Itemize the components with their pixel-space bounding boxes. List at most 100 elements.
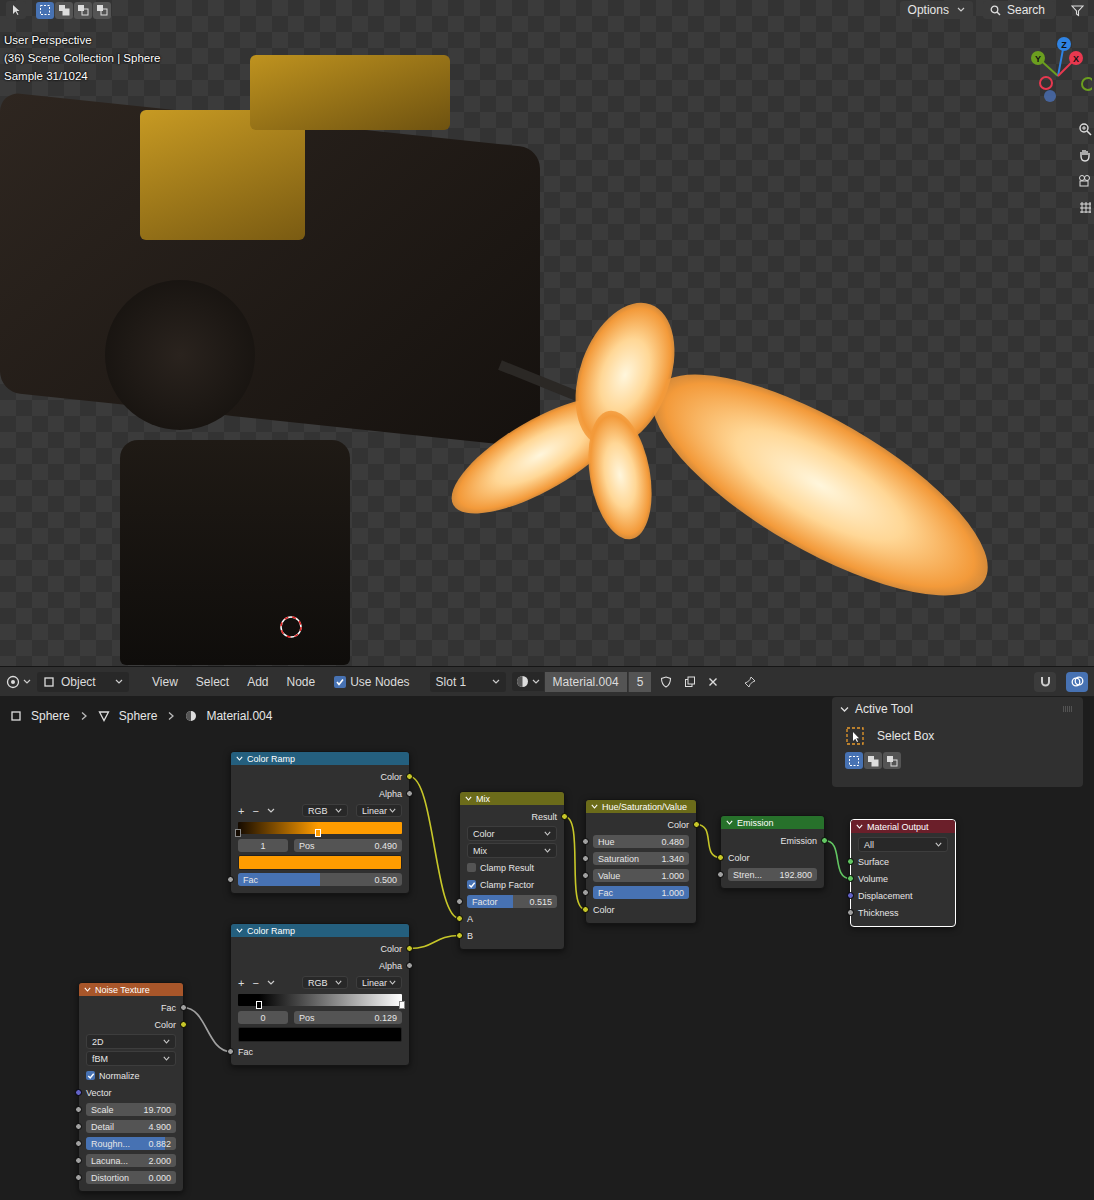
value-field[interactable]: Hue 0.480 (593, 835, 689, 848)
menu-item[interactable]: Select (187, 673, 238, 691)
node-dropdown[interactable]: 2D (86, 1034, 176, 1049)
value-field[interactable]: Distortion 0.000 (86, 1171, 176, 1184)
shader-node[interactable]: Color Ramp Color Alpha +− RGB Linear 0 P… (230, 923, 410, 1066)
collapse-chevron-icon[interactable] (591, 804, 598, 809)
value-field[interactable]: Lacuna... 2.000 (86, 1154, 176, 1167)
output-socket[interactable] (406, 945, 413, 952)
value-field[interactable]: Saturation 1.340 (593, 852, 689, 865)
checkbox[interactable] (467, 880, 476, 889)
stop-position-field[interactable]: Pos 0.490 (294, 839, 402, 852)
shader-node[interactable]: Emission Emission Color Stren... 192.800 (720, 815, 825, 889)
input-socket[interactable] (582, 838, 589, 845)
checkbox[interactable] (467, 863, 476, 872)
output-socket[interactable] (180, 1021, 187, 1028)
material-users-count[interactable]: 5 (628, 672, 652, 692)
input-socket[interactable] (75, 1157, 82, 1164)
node-title[interactable]: Color Ramp (231, 924, 409, 937)
node-title[interactable]: Material Output (851, 820, 955, 833)
breadcrumb-item[interactable]: Material.004 (185, 709, 272, 723)
select-mode-button[interactable] (55, 2, 73, 19)
input-socket[interactable] (717, 854, 724, 861)
node-title[interactable]: Noise Texture (79, 983, 183, 996)
node-title[interactable]: Emission (721, 816, 824, 829)
color-mode-dropdown[interactable]: RGB (302, 976, 348, 989)
input-socket[interactable] (456, 915, 463, 922)
output-socket[interactable] (406, 962, 413, 969)
output-socket[interactable] (561, 813, 568, 820)
material-browse-button[interactable] (512, 672, 544, 691)
input-socket[interactable] (227, 1048, 234, 1055)
collapse-chevron-icon[interactable] (236, 928, 243, 933)
node-checkbox-row[interactable]: Clamp Factor (460, 876, 564, 893)
select-mode-button[interactable] (74, 2, 92, 19)
overlays-toggle[interactable] (1066, 672, 1088, 692)
value-field[interactable]: Scale 19.700 (86, 1103, 176, 1116)
interpolation-dropdown[interactable]: Linear (356, 804, 402, 817)
checkbox[interactable] (86, 1071, 95, 1080)
select-mode-button[interactable] (93, 2, 111, 19)
ramp-stop[interactable] (399, 1001, 405, 1009)
ramp-tool-button[interactable]: + (238, 805, 244, 817)
node-link[interactable] (410, 777, 460, 919)
input-socket[interactable] (582, 872, 589, 879)
input-socket[interactable] (456, 898, 463, 905)
snapping-toggle[interactable] (1034, 672, 1056, 692)
input-socket[interactable] (847, 909, 854, 916)
value-field[interactable]: Detail 4.900 (86, 1120, 176, 1133)
color-ramp[interactable] (238, 994, 402, 1006)
stop-index-field[interactable]: 0 (238, 1011, 288, 1024)
ramp-stop[interactable] (235, 829, 241, 837)
stop-position-field[interactable]: Pos 0.129 (294, 1011, 402, 1024)
input-socket[interactable] (847, 892, 854, 899)
gizmo-axis[interactable]: X (1069, 51, 1083, 65)
menu-item[interactable]: Node (278, 673, 325, 691)
shader-node[interactable]: Material Output All Surface Volume Displ… (850, 819, 956, 927)
drag-handle-icon[interactable] (1063, 706, 1073, 712)
collapse-chevron-icon[interactable] (726, 820, 733, 825)
object-type-dropdown[interactable]: Object (37, 672, 129, 692)
interpolation-dropdown[interactable]: Linear (356, 976, 402, 989)
input-socket[interactable] (227, 876, 234, 883)
node-dropdown[interactable]: All (858, 837, 948, 852)
output-socket[interactable] (406, 790, 413, 797)
value-field[interactable]: Roughn... 0.882 (86, 1137, 176, 1150)
ramp-menu-chevron-icon[interactable] (267, 808, 275, 814)
tweak-tool-icon[interactable] (6, 1, 26, 19)
ramp-tool-button[interactable]: − (252, 805, 258, 817)
output-socket[interactable] (821, 837, 828, 844)
node-checkbox-row[interactable]: Normalize (79, 1067, 183, 1084)
node-title[interactable]: Hue/Saturation/Value (586, 800, 696, 813)
grid-icon[interactable] (1078, 200, 1092, 214)
output-socket[interactable] (693, 821, 700, 828)
gizmo-axis[interactable]: Z (1057, 37, 1071, 51)
color-ramp[interactable] (238, 822, 402, 834)
output-socket[interactable] (406, 773, 413, 780)
ramp-menu-chevron-icon[interactable] (267, 980, 275, 986)
input-socket[interactable] (75, 1140, 82, 1147)
gizmo-axis[interactable]: Y (1031, 51, 1045, 65)
ramp-stop[interactable] (256, 1001, 262, 1009)
active-tool-item[interactable]: Select Box (845, 726, 1073, 746)
breadcrumb-item[interactable]: Sphere (98, 709, 158, 723)
node-link[interactable] (410, 936, 460, 949)
zoom-icon[interactable] (1078, 122, 1092, 136)
value-field[interactable]: Fac 1.000 (593, 886, 689, 899)
fake-user-button[interactable] (657, 674, 675, 690)
camera-icon[interactable] (1078, 174, 1092, 188)
select-mode-button[interactable] (845, 752, 863, 769)
hand-pan-icon[interactable] (1078, 148, 1092, 162)
input-socket[interactable] (75, 1174, 82, 1181)
node-dropdown[interactable]: Color (467, 826, 557, 841)
input-socket[interactable] (75, 1123, 82, 1130)
navigation-gizmo[interactable]: YZX (1028, 36, 1092, 108)
ramp-tool-button[interactable]: + (238, 977, 244, 989)
collapse-chevron-icon[interactable] (465, 796, 472, 801)
node-title[interactable]: Color Ramp (231, 752, 409, 765)
color-swatch[interactable] (238, 855, 402, 870)
collapse-chevron-icon[interactable] (236, 756, 243, 761)
input-socket[interactable] (582, 906, 589, 913)
3d-viewport[interactable]: Options Search User Perspective(36) Scen… (0, 0, 1094, 666)
shader-node[interactable]: Color Ramp Color Alpha +− RGB Linear 1 P… (230, 751, 410, 894)
use-nodes-checkbox[interactable]: Use Nodes (334, 675, 409, 689)
node-title[interactable]: Mix (460, 792, 564, 805)
